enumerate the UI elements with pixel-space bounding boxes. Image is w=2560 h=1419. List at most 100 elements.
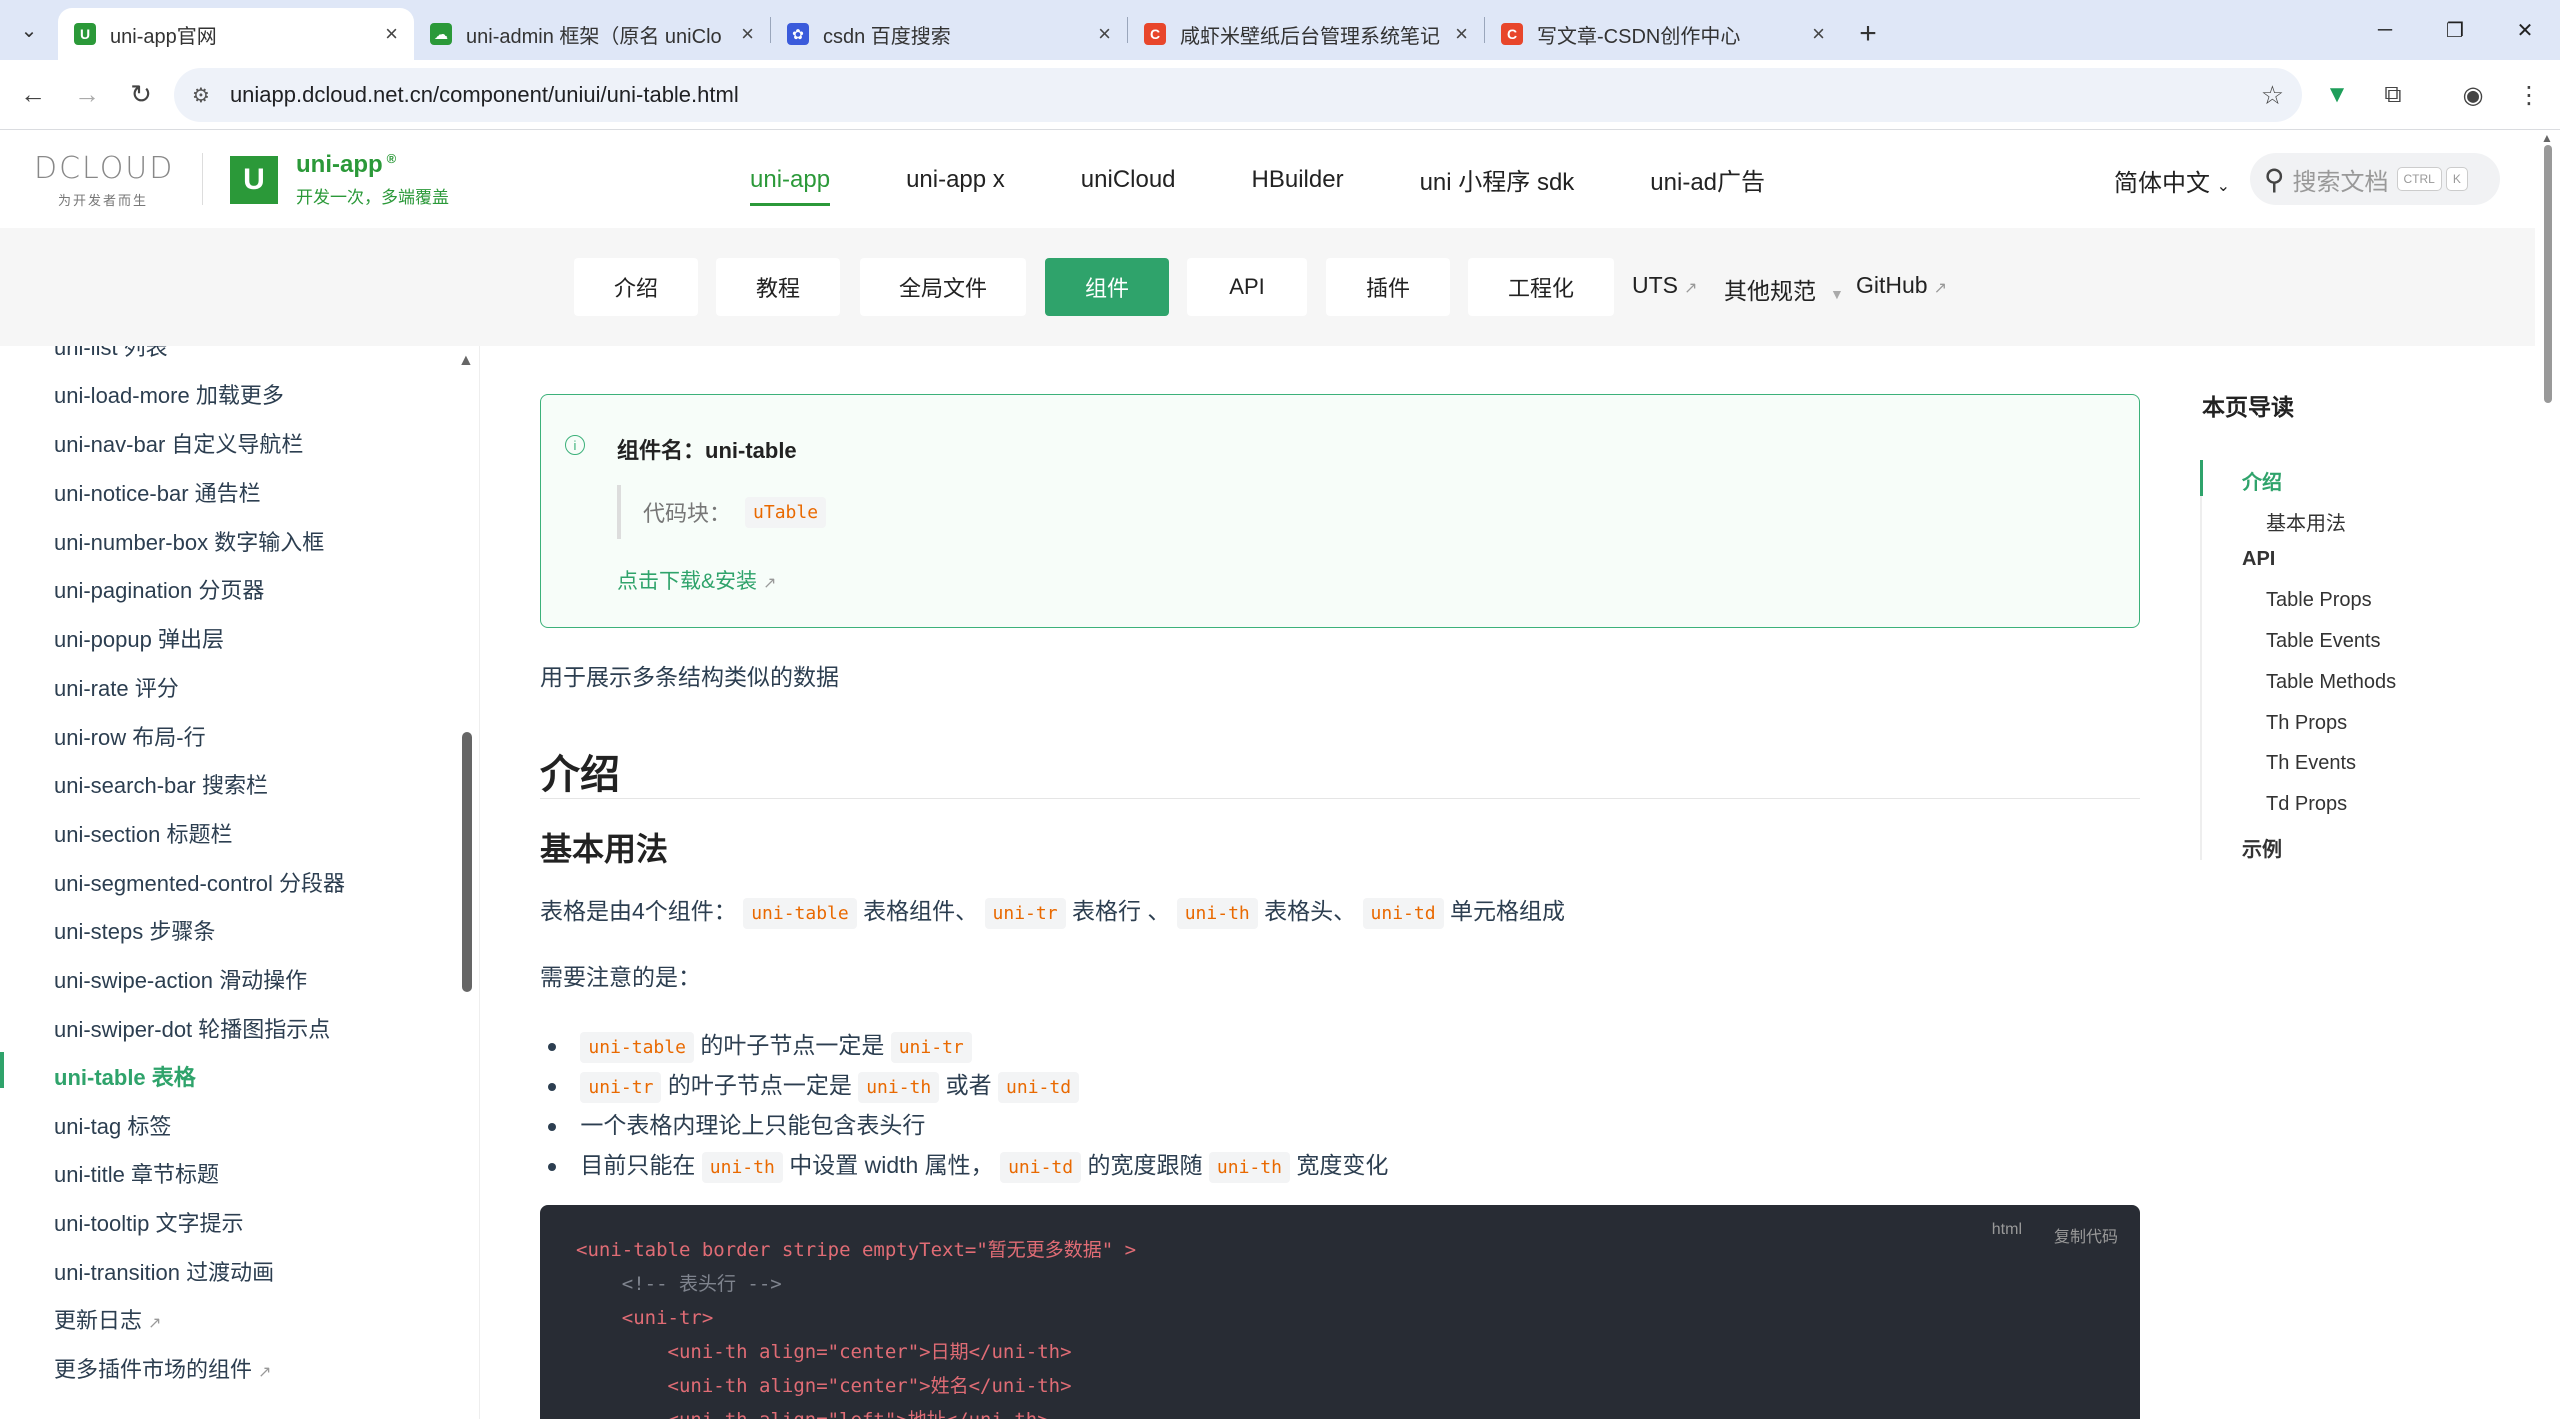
code-line: <uni-table border stripe emptyText="暂无更多…	[576, 1239, 1137, 1261]
forward-button[interactable]: →	[60, 68, 114, 122]
site-header: DCLOUD 为开发者而生 U uni-app ® 开发一次，多端覆盖 uni-a…	[0, 131, 2535, 228]
sidebar-item[interactable]: uni-popup 弹出层	[54, 622, 224, 654]
browser-tab[interactable]: ✿ csdn 百度搜索 ×	[771, 8, 1127, 60]
browser-tab[interactable]: C 咸虾米壁纸后台管理系统笔记 | ×	[1128, 8, 1484, 60]
reload-button[interactable]: ↻	[114, 68, 168, 122]
nav-unicloud[interactable]: uniCloud	[1081, 131, 1176, 228]
subnav-global-files[interactable]: 全局文件	[860, 258, 1026, 316]
address-toolbar: ← → ↻ ⚙ uniapp.dcloud.net.cn/component/u…	[0, 60, 2560, 130]
nav-uni-app-x[interactable]: uni-app x	[906, 131, 1005, 228]
subnav-api[interactable]: API	[1187, 258, 1307, 316]
page-scrollbar-thumb[interactable]	[2544, 145, 2552, 403]
uniapp-brand[interactable]: uni-app ® 开发一次，多端覆盖	[296, 151, 449, 208]
list-item: 一个表格内理论上只能包含表头行	[548, 1106, 925, 1140]
subnav-uts[interactable]: UTS ↗	[1632, 272, 1697, 299]
close-icon[interactable]: ×	[1455, 21, 1468, 47]
nav-uni-app[interactable]: uni-app	[750, 131, 831, 228]
sidebar-item[interactable]: uni-title 章节标题	[54, 1157, 219, 1189]
bookmark-star-icon[interactable]: ☆	[2261, 80, 2284, 111]
sidebar-item-active[interactable]: uni-table 表格	[54, 1060, 196, 1092]
sidebar-item[interactable]: uni-transition 过渡动画	[54, 1255, 274, 1287]
nav-mini-program-sdk[interactable]: uni 小程序 sdk	[1420, 131, 1575, 228]
toc-item-examples[interactable]: 示例	[2242, 833, 2282, 862]
sidebar-item[interactable]: uni-list 列表	[54, 346, 168, 362]
code-language-label: html	[1991, 1221, 2022, 1238]
sidebar-item[interactable]: uni-notice-bar 通告栏	[54, 476, 261, 508]
component-info-box: i 组件名：uni-table 代码块： uTable 点击下载&安装 ↗	[540, 394, 2140, 628]
toc-item-basic-usage[interactable]: 基本用法	[2266, 507, 2346, 536]
subnav-tutorial[interactable]: 教程	[716, 258, 840, 316]
back-button[interactable]: ←	[6, 68, 60, 122]
language-select[interactable]: 简体中文 ⌄	[2114, 163, 2230, 198]
extensions-icon[interactable]: ⧉	[2370, 72, 2416, 118]
menu-kebab-icon[interactable]: ⋮	[2506, 72, 2552, 118]
toc-item-th-props[interactable]: Th Props	[2266, 712, 2347, 735]
sidebar-item[interactable]: uni-nav-bar 自定义导航栏	[54, 427, 303, 459]
close-window-button[interactable]: ✕	[2490, 0, 2560, 60]
sidebar-item[interactable]: uni-search-bar 搜索栏	[54, 768, 268, 800]
close-icon[interactable]: ×	[1098, 21, 1111, 47]
heading-basic-usage: 基本用法	[540, 831, 669, 867]
copy-code-button[interactable]: 复制代码	[2054, 1223, 2118, 1247]
toc-item-th-events[interactable]: Th Events	[2266, 752, 2356, 775]
subnav-other-specs[interactable]: 其他规范 ▼	[1724, 272, 1844, 306]
nav-uni-ad[interactable]: uni-ad广告	[1650, 131, 1765, 228]
profile-icon[interactable]: ◉	[2450, 72, 2496, 118]
window-controls: ─ ❐ ✕	[2350, 0, 2560, 60]
sidebar-item[interactable]: uni-pagination 分页器	[54, 573, 264, 605]
toc-item-table-props[interactable]: Table Props	[2266, 589, 2372, 612]
toc-item-intro[interactable]: 介绍	[2242, 466, 2282, 495]
sidebar-item[interactable]: uni-number-box 数字输入框	[54, 525, 324, 557]
sidebar-item-changelog[interactable]: 更新日志 ↗	[54, 1303, 161, 1335]
chevron-down-icon: ⌄	[20, 19, 38, 42]
sidebar-item[interactable]: uni-section 标题栏	[54, 817, 233, 849]
browser-tab[interactable]: ☁ uni-admin 框架（原名 uniClo ×	[414, 8, 770, 60]
subnav-components[interactable]: 组件	[1045, 258, 1169, 316]
code-content[interactable]: <uni-table border stripe emptyText="暂无更多…	[576, 1233, 1136, 1419]
code-block: html 复制代码 <uni-table border stripe empty…	[540, 1205, 2140, 1419]
sidebar-item[interactable]: uni-rate 评分	[54, 671, 179, 703]
uniapp-favicon-icon: U	[74, 23, 96, 45]
toc-item-api[interactable]: API	[2242, 548, 2275, 571]
scroll-up-arrow-icon[interactable]: ▲	[458, 352, 474, 370]
browser-tab[interactable]: C 写文章-CSDN创作中心 ×	[1485, 8, 1841, 60]
sidebar-item[interactable]: uni-segmented-control 分段器	[54, 866, 345, 898]
sidebar-item-more-plugins[interactable]: 更多插件市场的组件 ↗	[54, 1352, 271, 1384]
sidebar-item[interactable]: uni-swiper-dot 轮播图指示点	[54, 1012, 330, 1044]
sidebar-item[interactable]: uni-tag 标签	[54, 1109, 171, 1141]
subnav-intro[interactable]: 介绍	[574, 258, 698, 316]
toc-item-table-methods[interactable]: Table Methods	[2266, 671, 2396, 694]
toc-item-table-events[interactable]: Table Events	[2266, 630, 2381, 653]
vue-devtools-icon[interactable]: ▼	[2314, 72, 2360, 118]
download-install-link[interactable]: 点击下载&安装 ↗	[617, 565, 776, 595]
page-scrollbar[interactable]: ▲	[2535, 131, 2560, 1419]
minimize-button[interactable]: ─	[2350, 0, 2420, 60]
uniapp-logo-icon[interactable]: U	[230, 156, 278, 204]
subnav-engineering[interactable]: 工程化	[1468, 258, 1614, 316]
sidebar-item[interactable]: uni-row 布局-行	[54, 720, 206, 752]
site-info-icon[interactable]: ⚙	[192, 83, 210, 108]
url-bar[interactable]: ⚙ uniapp.dcloud.net.cn/component/uniui/u…	[174, 68, 2302, 122]
sidebar-item[interactable]: uni-tooltip 文字提示	[54, 1206, 244, 1238]
unicloud-favicon-icon: ☁	[430, 23, 452, 45]
new-tab-button[interactable]: +	[1841, 8, 1895, 60]
sidebar-item[interactable]: uni-steps 步骤条	[54, 914, 215, 946]
close-icon[interactable]: ×	[741, 21, 754, 47]
toc-item-td-props[interactable]: Td Props	[2266, 793, 2347, 816]
scroll-up-arrow-icon[interactable]: ▲	[2541, 131, 2553, 145]
browser-tab[interactable]: U uni-app官网 ×	[58, 8, 414, 60]
sidebar-item[interactable]: uni-load-more 加载更多	[54, 378, 284, 410]
page-toc: 本页导读 介绍 基本用法 API Table Props Table Event…	[2200, 346, 2535, 946]
restore-button[interactable]: ❐	[2420, 0, 2490, 60]
close-icon[interactable]: ×	[1812, 21, 1825, 47]
dcloud-logo[interactable]: DCLOUD 为开发者而生	[34, 151, 184, 209]
subnav-github[interactable]: GitHub ↗	[1856, 272, 1947, 299]
close-icon[interactable]: ×	[385, 21, 398, 47]
nav-hbuilder[interactable]: HBuilder	[1252, 131, 1344, 228]
subnav-plugins[interactable]: 插件	[1326, 258, 1450, 316]
search-docs-button[interactable]: ⚲ 搜索文档 CTRL K	[2250, 153, 2500, 205]
text: 表格组件、	[863, 898, 979, 924]
sidebar-item[interactable]: uni-swipe-action 滑动操作	[54, 963, 307, 995]
tab-search-button[interactable]: ⌄	[0, 0, 58, 60]
sidebar-scrollbar[interactable]	[462, 732, 472, 992]
